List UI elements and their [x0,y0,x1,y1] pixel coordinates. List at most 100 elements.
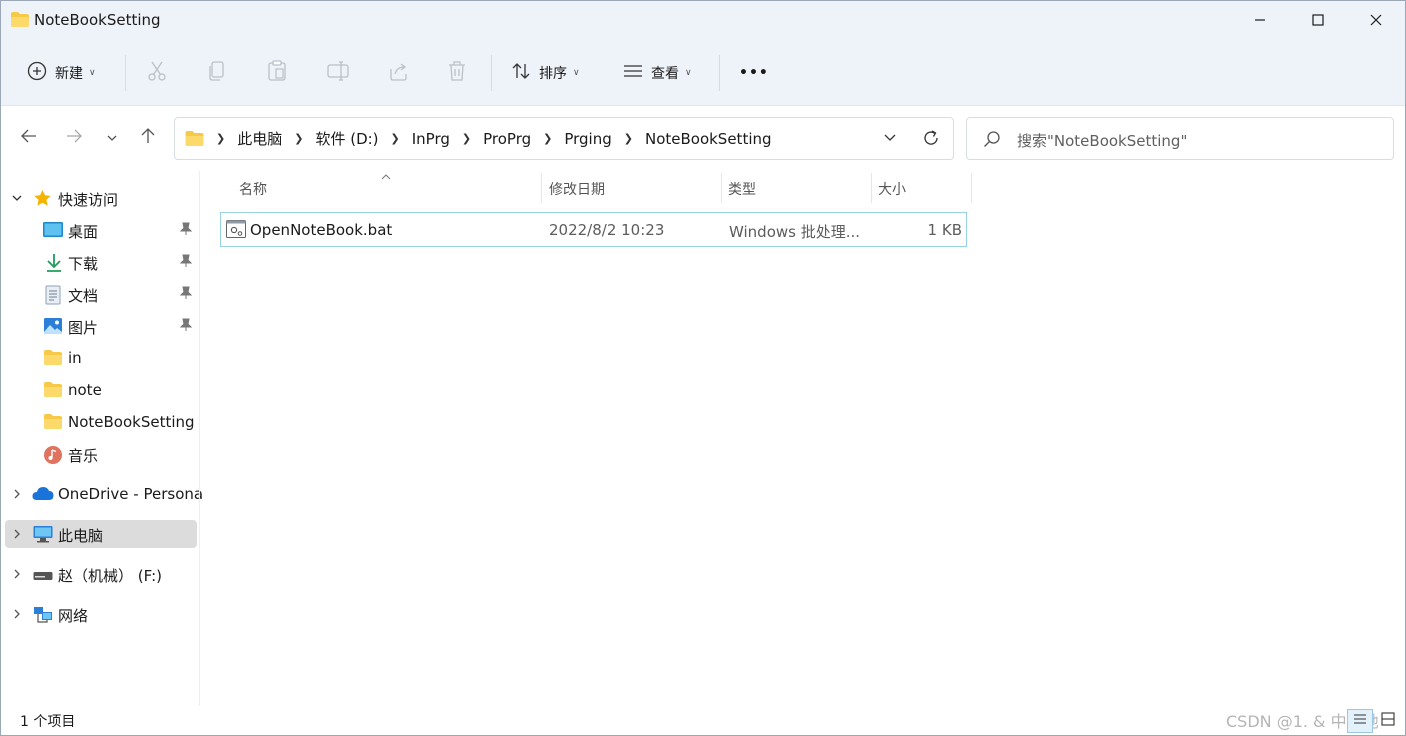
details-view-button[interactable] [1347,709,1373,733]
column-header-size[interactable]: 大小 [872,171,971,205]
nav-label: 此电脑 [58,527,104,545]
more-options-icon: ••• [739,65,769,81]
more-options-button[interactable]: ••• [739,53,769,93]
share-icon [387,60,409,86]
nav-label: OneDrive - Persona [58,485,204,503]
delete-button[interactable] [447,53,467,93]
minimize-button[interactable] [1231,1,1289,39]
chevron-right-icon[interactable] [11,608,23,624]
nav-label: 图片 [68,319,99,337]
pin-icon[interactable] [179,286,193,304]
share-button[interactable] [387,53,409,93]
toolbar-divider [125,55,126,91]
navigation-pane: 快速访问 桌面 下载 文档 图片 in note NoteBookSetting… [1,171,203,706]
sort-button-label: 排序 [539,66,567,82]
plus-circle-icon [27,61,47,85]
new-button[interactable]: 新建 ∨ [27,53,96,93]
chevron-down-icon: ∨ [685,68,692,78]
file-explorer-window: NoteBookSetting 新建 ∨ 排序 ∨ 查看 ∨ ••• ❯ 此电脑… [0,0,1406,736]
column-header-modified[interactable]: 修改日期 [542,171,721,205]
rename-button[interactable] [327,53,349,93]
file-row[interactable]: OpenNoteBook.bat 2022/8/2 10:23 Windows … [220,212,967,247]
nav-item-notebooksetting[interactable]: NoteBookSetting [5,408,197,436]
file-modified: 2022/8/2 10:23 [549,221,665,239]
download-icon [45,253,63,272]
column-header-name[interactable]: 名称 [231,171,541,205]
breadcrumb-notebooksetting[interactable]: NoteBookSetting [645,130,772,148]
nav-item-drive-f[interactable]: 赵（机械） (F:) [5,560,197,588]
view-button-label: 查看 [651,66,679,82]
nav-item-this-pc[interactable]: 此电脑 [5,520,197,548]
nav-item-music[interactable]: 音乐 [5,440,197,468]
address-bar[interactable]: ❯ 此电脑 ❯ 软件 (D:) ❯ InPrg ❯ ProPrg ❯ Prgin… [174,117,954,160]
paste-button[interactable] [267,53,287,93]
view-button[interactable]: 查看 ∨ [623,53,692,93]
command-bar: 新建 ∨ 排序 ∨ 查看 ∨ ••• [1,39,1405,106]
new-button-label: 新建 [55,66,83,82]
forward-button[interactable] [59,122,89,154]
pane-divider[interactable] [199,171,200,706]
scissors-icon [147,60,167,86]
sort-button[interactable]: 排序 ∨ [511,53,580,93]
rename-icon [327,60,349,86]
desktop-icon [43,221,63,239]
pin-icon[interactable] [179,254,193,272]
nav-item-onedrive[interactable]: OneDrive - Persona [5,480,203,508]
chevron-right-icon[interactable] [11,488,23,504]
recent-locations-button[interactable] [97,122,127,154]
copy-button[interactable] [207,53,227,93]
toolbar-divider [719,55,720,91]
computer-icon [33,525,53,543]
drive-icon [33,569,53,587]
address-history-dropdown[interactable] [883,130,897,150]
nav-item-pictures[interactable]: 图片 [5,312,197,340]
nav-label: note [68,381,102,399]
column-divider[interactable] [971,173,972,203]
tiles-view-button[interactable] [1375,709,1401,733]
breadcrumb-proprg[interactable]: ProPrg [483,130,531,148]
chevron-down-icon: ∨ [573,68,580,78]
chevron-right-icon[interactable]: ❯ [624,132,633,145]
up-button[interactable] [133,122,163,154]
nav-item-in[interactable]: in [5,344,197,372]
sort-icon [511,61,531,85]
chevron-right-icon[interactable]: ❯ [294,132,303,145]
chevron-down-icon[interactable] [11,192,23,208]
cut-button[interactable] [147,53,167,93]
nav-item-downloads[interactable]: 下载 [5,248,197,276]
breadcrumb-this-pc[interactable]: 此电脑 [237,128,282,149]
back-button[interactable] [14,122,44,154]
chevron-right-icon[interactable]: ❯ [462,132,471,145]
maximize-button[interactable] [1289,1,1347,39]
column-header-label: 大小 [878,182,906,198]
chevron-right-icon[interactable] [11,528,23,544]
chevron-right-icon[interactable] [11,568,23,584]
trash-icon [447,60,467,86]
breadcrumb-prging[interactable]: Prging [564,130,611,148]
column-header-type[interactable]: 类型 [722,171,871,205]
folder-icon [185,131,204,146]
arrow-left-icon [20,128,38,148]
breadcrumb-inprg[interactable]: InPrg [412,130,450,148]
pin-icon[interactable] [179,318,193,336]
document-icon [45,285,63,305]
chevron-right-icon[interactable]: ❯ [391,132,400,145]
search-input[interactable]: 搜索"NoteBookSetting" [966,117,1394,160]
nav-item-note[interactable]: note [5,376,197,404]
chevron-right-icon[interactable]: ❯ [543,132,552,145]
refresh-icon[interactable] [921,128,941,152]
pin-icon[interactable] [179,222,193,240]
details-view-icon [1353,713,1367,729]
breadcrumb-drive-d[interactable]: 软件 (D:) [315,128,378,149]
nav-item-desktop[interactable]: 桌面 [5,216,197,244]
search-icon [983,130,1001,152]
column-header-label: 类型 [728,182,756,198]
nav-item-documents[interactable]: 文档 [5,280,197,308]
nav-quick-access[interactable]: 快速访问 [5,184,197,212]
close-button[interactable] [1347,1,1405,39]
window-title: NoteBookSetting [34,11,161,29]
nav-label: 音乐 [68,447,99,465]
view-list-icon [623,61,643,85]
nav-item-network[interactable]: 网络 [5,600,197,628]
column-header-label: 修改日期 [549,182,605,198]
